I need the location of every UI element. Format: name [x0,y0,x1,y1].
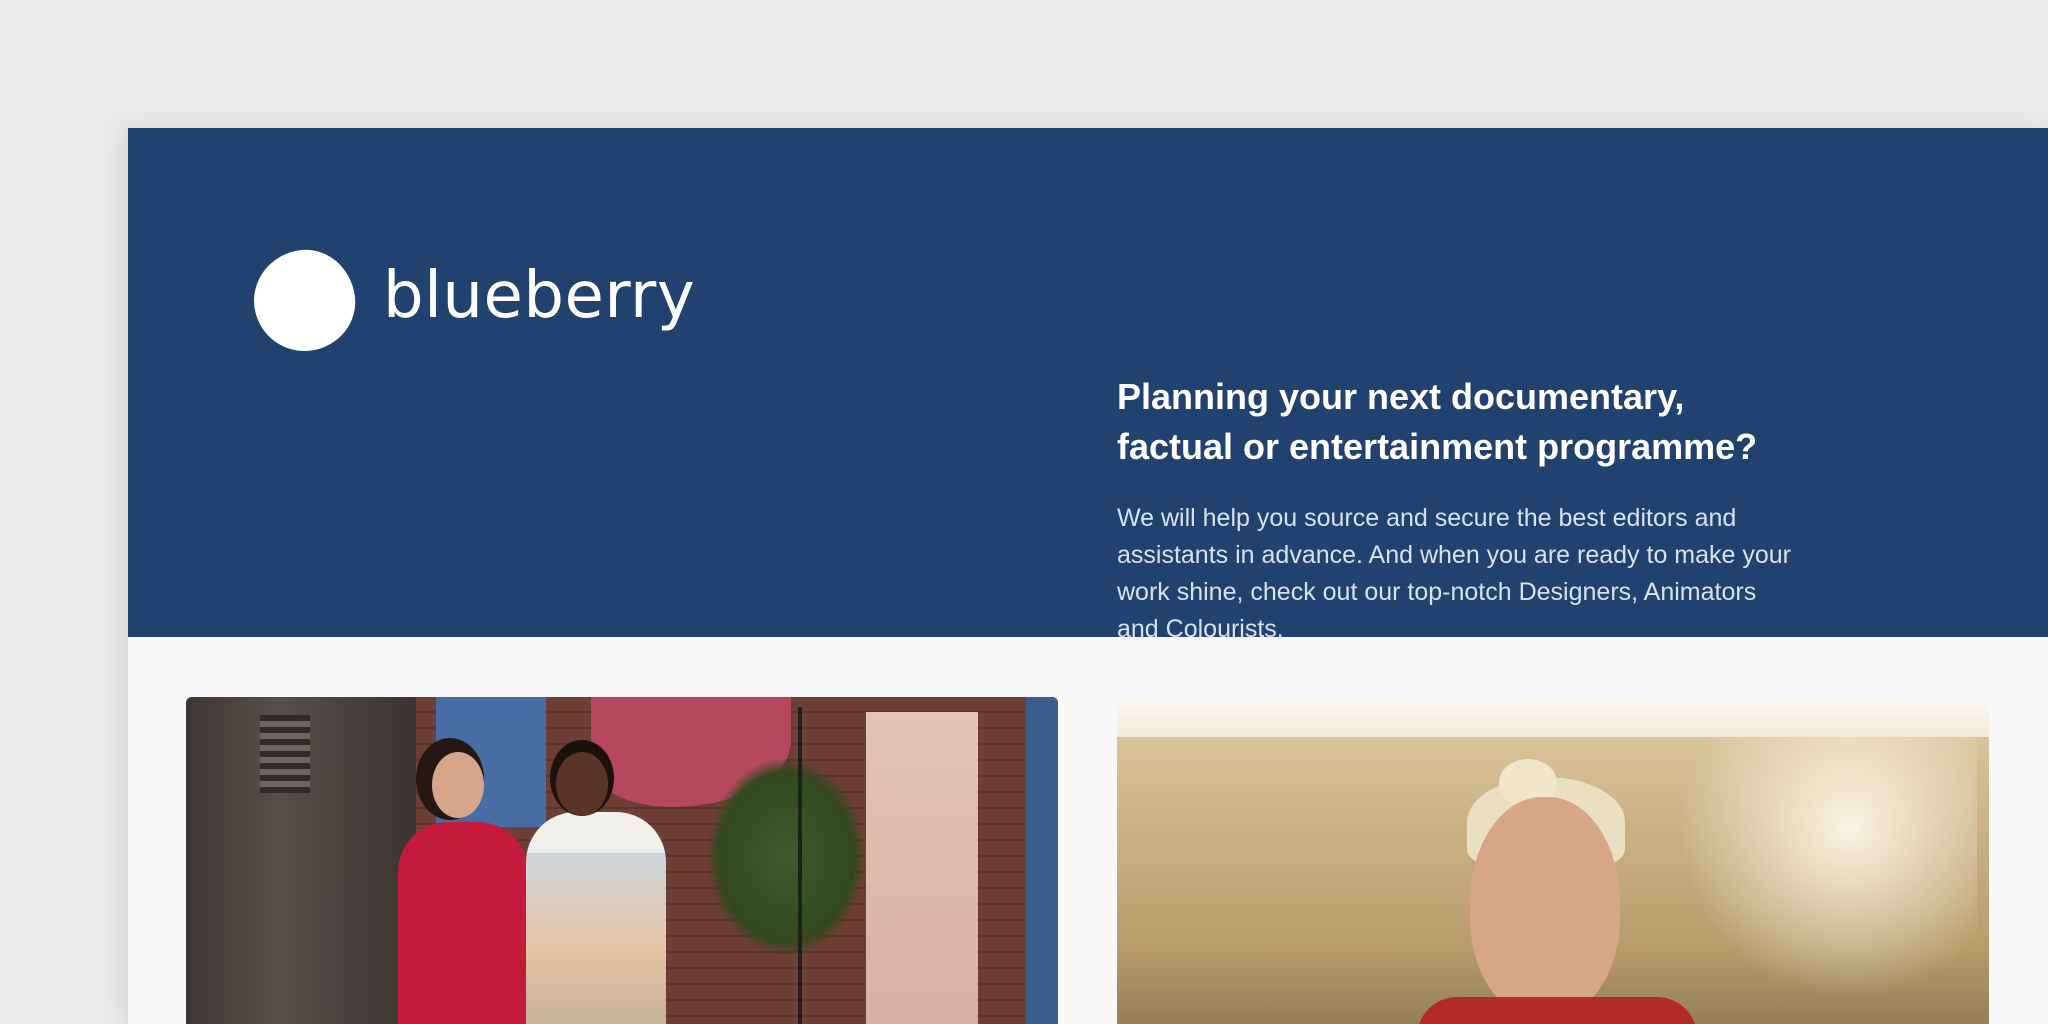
blueberry-circle-icon [247,242,362,358]
hero-title-line-2: factual or entertainment programme? [1117,426,1758,467]
smiling-woman-face [1470,797,1620,1017]
hero-title: Planning your next documentary, factual … [1117,372,1817,472]
hero-banner: blueberry Planning your next documentary… [128,128,2048,643]
sun-glow-shape [1657,737,1977,1024]
machinery-spring-shape [260,715,310,793]
hero-copy: Planning your next documentary, factual … [1117,372,1817,648]
light-stand-shape [798,707,802,1024]
logo-wordmark: blueberry [383,259,696,333]
woman-red-outfit [398,822,528,1024]
image-card-2[interactable] [1117,697,1989,1024]
hero-description: We will help you source and secure the b… [1117,504,1791,643]
red-shirt-shape [1417,997,1697,1024]
image-card-1[interactable] [186,697,1058,1024]
page-container: blueberry Planning your next documentary… [128,128,2048,1024]
woman-printed-outfit [526,812,666,1024]
plant-shape [706,757,866,957]
fabric-drape-floral [866,712,978,1024]
woman-red-outfit-head [432,752,484,818]
fabric-drape-navy [1026,697,1058,1024]
brand-logo[interactable]: blueberry [247,242,696,358]
hero-title-line-1: Planning your next documentary, [1117,376,1685,417]
woman-printed-outfit-head [556,752,608,816]
